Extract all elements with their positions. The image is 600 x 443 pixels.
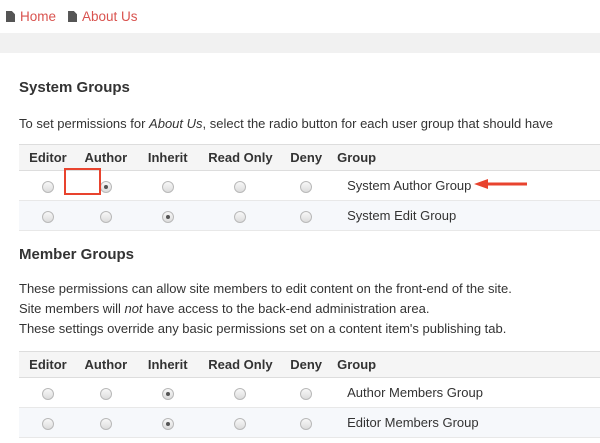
table-row: System Edit Group: [19, 200, 600, 231]
permission-radio[interactable]: [99, 180, 112, 193]
group-name: Author Members Group: [332, 377, 600, 408]
annotation-arrow-icon: [474, 179, 527, 189]
radio-cell: [134, 170, 201, 201]
column-header: Author: [76, 144, 135, 171]
permission-radio[interactable]: [161, 417, 174, 430]
column-header: Editor: [19, 351, 77, 378]
permission-radio[interactable]: [234, 180, 247, 193]
system-groups-description: To set permissions for About Us, select …: [19, 116, 554, 131]
column-header: Read Only: [200, 144, 281, 171]
permission-radio[interactable]: [99, 210, 112, 223]
document-icon: [6, 11, 15, 22]
radio-cell: [200, 407, 281, 438]
radio-cell: [134, 200, 201, 231]
group-name: System Edit Group: [332, 200, 600, 231]
radio-cell: [200, 200, 281, 231]
permission-radio[interactable]: [41, 417, 54, 430]
document-icon: [68, 11, 78, 22]
column-header: Read Only: [200, 351, 281, 378]
radio-cell: [19, 377, 77, 408]
radio-cell: [76, 377, 135, 408]
permission-radio[interactable]: [99, 417, 112, 430]
radio-cell: [76, 407, 135, 438]
column-header: Deny: [280, 351, 333, 378]
column-header: Editor: [19, 144, 77, 171]
member-groups-line3: These settings override any basic permis…: [19, 321, 507, 336]
permission-radio[interactable]: [99, 387, 112, 400]
permission-radio[interactable]: [300, 417, 313, 430]
permission-radio[interactable]: [234, 387, 247, 400]
breadcrumb-about[interactable]: About Us: [68, 9, 138, 24]
member-groups-line1: These permissions can allow site members…: [19, 281, 512, 296]
radio-cell: [134, 407, 201, 438]
permission-radio[interactable]: [41, 387, 54, 400]
breadcrumb: Home About Us: [6, 9, 150, 24]
system-groups-title: System Groups: [19, 79, 130, 96]
column-header: Group: [332, 144, 600, 171]
member-groups-line2: Site members will not have access to the…: [19, 301, 430, 316]
column-header: Deny: [280, 144, 333, 171]
radio-cell: [19, 407, 77, 438]
radio-cell: [19, 200, 77, 231]
radio-cell: [280, 170, 333, 201]
member-groups-title: Member Groups: [19, 246, 135, 263]
permission-radio[interactable]: [300, 387, 313, 400]
radio-cell: [280, 200, 333, 231]
radio-cell: [280, 377, 333, 408]
column-header: Group: [332, 351, 600, 378]
column-header: Author: [76, 351, 135, 378]
toolbar-strip: [0, 33, 600, 53]
permission-radio[interactable]: [234, 210, 247, 223]
radio-cell: [200, 170, 281, 201]
breadcrumb-home-link[interactable]: Home: [20, 9, 56, 24]
group-name: System Author Group: [332, 170, 600, 201]
permission-radio[interactable]: [161, 387, 174, 400]
permission-radio[interactable]: [300, 180, 313, 193]
radio-cell: [280, 407, 333, 438]
breadcrumb-home[interactable]: Home: [6, 9, 56, 24]
column-header: Inherit: [134, 351, 201, 378]
radio-cell: [200, 377, 281, 408]
breadcrumb-about-link[interactable]: About Us: [82, 9, 138, 24]
column-header: Inherit: [134, 144, 201, 171]
permission-radio[interactable]: [41, 210, 54, 223]
member-groups-table: Editor Author Inherit Read Only Deny Group Au…: [19, 351, 600, 438]
permission-radio[interactable]: [161, 210, 174, 223]
table-row: Author Members Group: [19, 377, 600, 408]
permission-radio[interactable]: [300, 210, 313, 223]
highlight-box: [64, 168, 101, 195]
table-row: Editor Members Group: [19, 407, 600, 438]
permission-radio[interactable]: [161, 180, 174, 193]
permission-radio[interactable]: [41, 180, 54, 193]
radio-cell: [76, 200, 135, 231]
radio-cell: [134, 377, 201, 408]
group-name: Editor Members Group: [332, 407, 600, 438]
permission-radio[interactable]: [234, 417, 247, 430]
